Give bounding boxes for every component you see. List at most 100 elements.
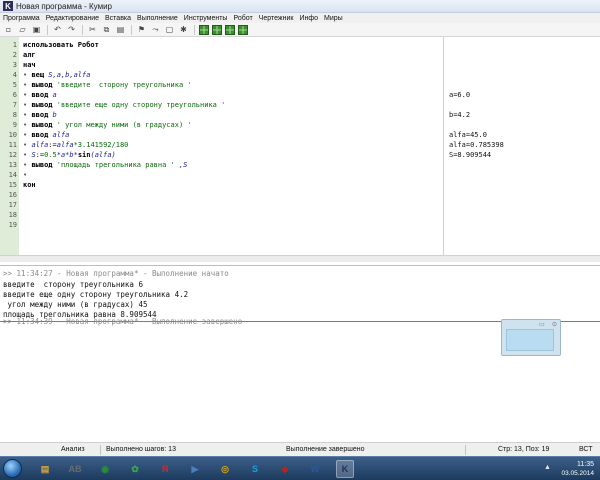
yandex-icon[interactable]: Я xyxy=(156,460,174,478)
menu-item[interactable]: Робот xyxy=(233,15,252,22)
line-number: 4 xyxy=(12,71,17,79)
redo-icon[interactable]: ↷ xyxy=(66,24,77,35)
code-keyword: алг xyxy=(23,51,36,59)
menu-item[interactable]: Чертежник xyxy=(259,15,294,22)
chrome-icon[interactable]: ◎ xyxy=(216,460,234,478)
clover-icon[interactable]: ✿ xyxy=(126,460,144,478)
grid-icon[interactable] xyxy=(225,24,235,35)
code-keyword: sin xyxy=(77,151,91,159)
margin-value: a=6.0 xyxy=(449,91,471,99)
run-icon[interactable]: ⚑ xyxy=(136,24,147,35)
margin-value: alfa=0.785398 xyxy=(449,141,504,149)
start-button-icon[interactable] xyxy=(3,459,22,478)
pdf-icon[interactable]: ◆ xyxy=(276,460,294,478)
save-icon[interactable]: ▣ xyxy=(31,24,42,35)
preview-close-icon[interactable]: ⊙ xyxy=(552,321,560,328)
preview-minimize-icon[interactable]: ▭ xyxy=(539,321,547,328)
code-identifier: S,a,b,alfa xyxy=(48,71,91,79)
grid-icon-2[interactable] xyxy=(238,24,248,35)
code-line[interactable]: • вывод 'введите еще одну сторону треуго… xyxy=(23,100,225,110)
status-position: Стр: 13, Поз: 19 xyxy=(498,446,550,453)
line-number: 7 xyxy=(12,101,17,109)
code-keyword: ввод xyxy=(31,131,53,139)
title-bar: K Новая программа - Кумир xyxy=(0,0,600,13)
code-identifier: alfa xyxy=(31,141,49,149)
code-identifier: (alfa) xyxy=(90,151,116,159)
kumir-icon[interactable]: K xyxy=(336,460,354,478)
draw-field-icon[interactable] xyxy=(212,24,222,35)
code-line[interactable]: • вывод ' угол между ними (в градусах) ' xyxy=(23,120,192,130)
margin-value: alfa=45.0 xyxy=(449,131,487,139)
menu-bar: Программа Редактирование Вставка Выполнение… xyxy=(0,13,600,23)
status-mode: ВСТ xyxy=(579,446,593,453)
abbyy-icon[interactable]: AB xyxy=(66,460,84,478)
line-number: 13 xyxy=(8,161,17,169)
clock-date[interactable]: 03.05.2014 xyxy=(561,470,594,477)
new-file-icon[interactable]: ▫ xyxy=(3,24,14,35)
media-icon[interactable]: ◉ xyxy=(96,460,114,478)
code-line[interactable]: кон xyxy=(23,180,36,190)
menu-item[interactable]: Миры xyxy=(324,15,343,22)
player-icon[interactable]: ▶ xyxy=(186,460,204,478)
code-keyword: ввод xyxy=(31,111,53,119)
code-line[interactable]: • S:=0.5*a*b*sin(alfa) xyxy=(23,150,116,160)
output-pane: ▭ ⊙ >> 11:34:27 - Новая программа* - Вып… xyxy=(0,265,600,442)
code-identifier: := xyxy=(35,151,45,159)
word-icon[interactable]: W xyxy=(306,460,324,478)
menu-item[interactable]: Программа xyxy=(3,15,40,22)
code-identifier: b xyxy=(52,111,57,119)
skype-icon[interactable]: S xyxy=(246,460,264,478)
toolbar: ▫ ▱ ▣ ↶ ↷ ✂ ⧉ ▤ ⚑ ⤳ ▢ ✱ xyxy=(0,23,600,37)
code-line[interactable]: • alfa:=alfa*3.141592/180 xyxy=(23,140,128,150)
code-keyword: вывод xyxy=(31,101,57,109)
code-line[interactable]: • вывод 'введите сторону треугольника ' xyxy=(23,80,192,90)
output-line: введите еще одну сторону треугольника 4.… xyxy=(3,290,189,299)
menu-item[interactable]: Редактирование xyxy=(46,15,99,22)
explorer-icon[interactable]: ▤ xyxy=(36,460,54,478)
code-line[interactable]: • ввод a xyxy=(23,90,57,100)
code-keyword: ввод xyxy=(31,91,53,99)
menu-item[interactable]: Вставка xyxy=(105,15,131,22)
open-file-icon[interactable]: ▱ xyxy=(17,24,28,35)
output-log-line: >> 11:34:39 - Новая программа* - Выполне… xyxy=(3,317,243,326)
status-bar: Анализ Выполнено шагов: 13 Выполнение за… xyxy=(0,442,600,456)
line-number-gutter: 1 2 3 4 5 6 7 8 9 10 11 12 13 14 15 16 17 18 19 xyxy=(0,37,19,255)
code-line[interactable]: • ввод b xyxy=(23,110,57,120)
code-literal: *3.141592/180 xyxy=(73,141,129,149)
floating-preview-window[interactable]: ▭ ⊙ xyxy=(501,319,561,356)
preview-content xyxy=(506,329,554,351)
code-line[interactable]: алг xyxy=(23,50,36,60)
undo-icon[interactable]: ↶ xyxy=(52,24,63,35)
code-line[interactable]: использовать Робот xyxy=(23,40,99,50)
code-line[interactable]: • xyxy=(23,170,27,180)
menu-item[interactable]: Выполнение xyxy=(137,15,178,22)
margin-value: b=4.2 xyxy=(449,111,471,119)
cut-icon[interactable]: ✂ xyxy=(87,24,98,35)
line-number: 9 xyxy=(12,121,17,129)
code-line[interactable]: • вывод 'площадь трегольника равна ' ,S xyxy=(23,160,187,170)
menu-item[interactable]: Инфо xyxy=(299,15,318,22)
toolbar-separator xyxy=(194,24,195,35)
copy-icon[interactable]: ⧉ xyxy=(101,24,112,35)
step-icon[interactable]: ⤳ xyxy=(150,24,161,35)
window-title: Новая программа - Кумир xyxy=(16,1,112,11)
debug-icon[interactable]: ✱ xyxy=(178,24,189,35)
status-steps: Выполнено шагов: 13 xyxy=(106,446,176,453)
horizontal-scrollbar[interactable] xyxy=(0,255,600,262)
menu-item[interactable]: Инструменты xyxy=(184,15,228,22)
code-area[interactable]: использовать Робот алг нач • вещ S,a,b,alfa… xyxy=(19,37,444,255)
tray-expand-icon[interactable]: ▲ xyxy=(544,464,551,471)
line-number: 11 xyxy=(8,141,17,149)
line-number: 6 xyxy=(12,91,17,99)
clock-time[interactable]: 11:35 xyxy=(577,461,594,468)
stop-icon[interactable]: ▢ xyxy=(164,24,175,35)
kumir-app-icon: K xyxy=(3,1,13,11)
margin-value: S=8.909544 xyxy=(449,151,492,159)
code-line[interactable]: • ввод alfa xyxy=(23,130,69,140)
code-line[interactable]: • вещ S,a,b,alfa xyxy=(23,70,90,80)
paste-icon[interactable]: ▤ xyxy=(115,24,126,35)
code-line[interactable]: нач xyxy=(23,60,36,70)
line-number: 17 xyxy=(8,201,17,209)
robot-field-icon[interactable] xyxy=(199,24,209,35)
toolbar-separator xyxy=(82,24,83,35)
